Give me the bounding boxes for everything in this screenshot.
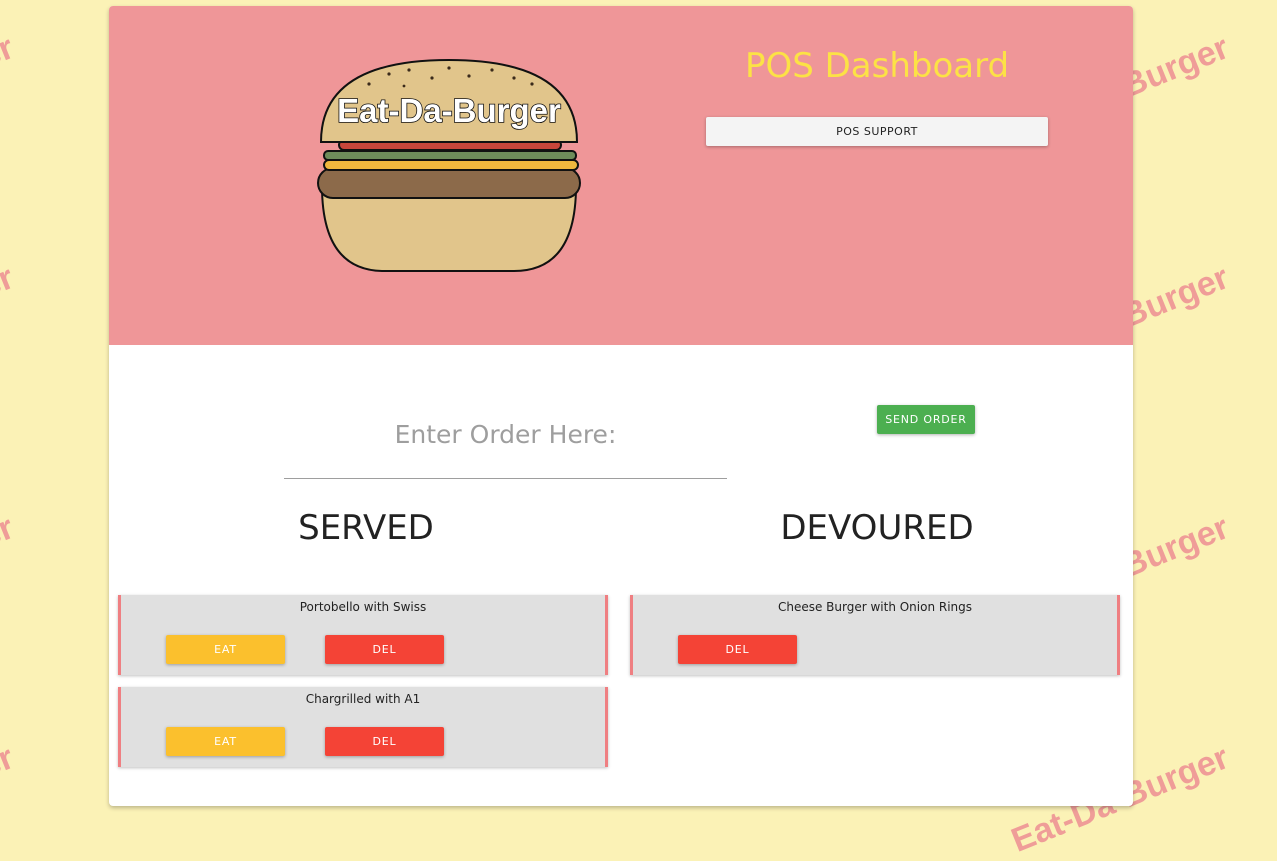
main-container: Eat-Da-Burger POS Dashboard POS SUPPORT … [109,6,1133,806]
watermark-text: Eat-Da-Burger [0,738,20,860]
watermark-text: Eat-Da-Burger [0,258,20,380]
served-card: Portobello with Swiss EAT DEL [118,595,608,675]
devoured-card: Cheese Burger with Onion Rings DEL [630,595,1120,675]
logo-text: Eat-Da-Burger [337,92,561,129]
header: Eat-Da-Burger POS Dashboard POS SUPPORT [109,6,1133,345]
order-input[interactable] [284,391,727,479]
eat-button[interactable]: EAT [166,635,285,664]
pos-support-button[interactable]: POS SUPPORT [706,117,1048,146]
watermark-text: Eat-Da-Burger [0,28,20,150]
burger-logo: Eat-Da-Burger [317,58,581,272]
burger-name: Portobello with Swiss [299,600,427,614]
devoured-heading: DEVOURED [780,508,974,548]
eat-button[interactable]: EAT [166,727,285,756]
burger-name: Chargrilled with A1 [305,692,421,706]
served-card: Chargrilled with A1 EAT DEL [118,687,608,767]
delete-button[interactable]: DEL [678,635,797,664]
watermark-text: Eat-Da-Burger [0,508,20,630]
burger-name: Cheese Burger with Onion Rings [777,600,973,614]
delete-button[interactable]: DEL [325,727,444,756]
served-heading: SERVED [298,508,434,548]
dashboard-title: POS Dashboard [744,46,1010,86]
delete-button[interactable]: DEL [325,635,444,664]
send-order-button[interactable]: SEND ORDER [877,405,975,434]
